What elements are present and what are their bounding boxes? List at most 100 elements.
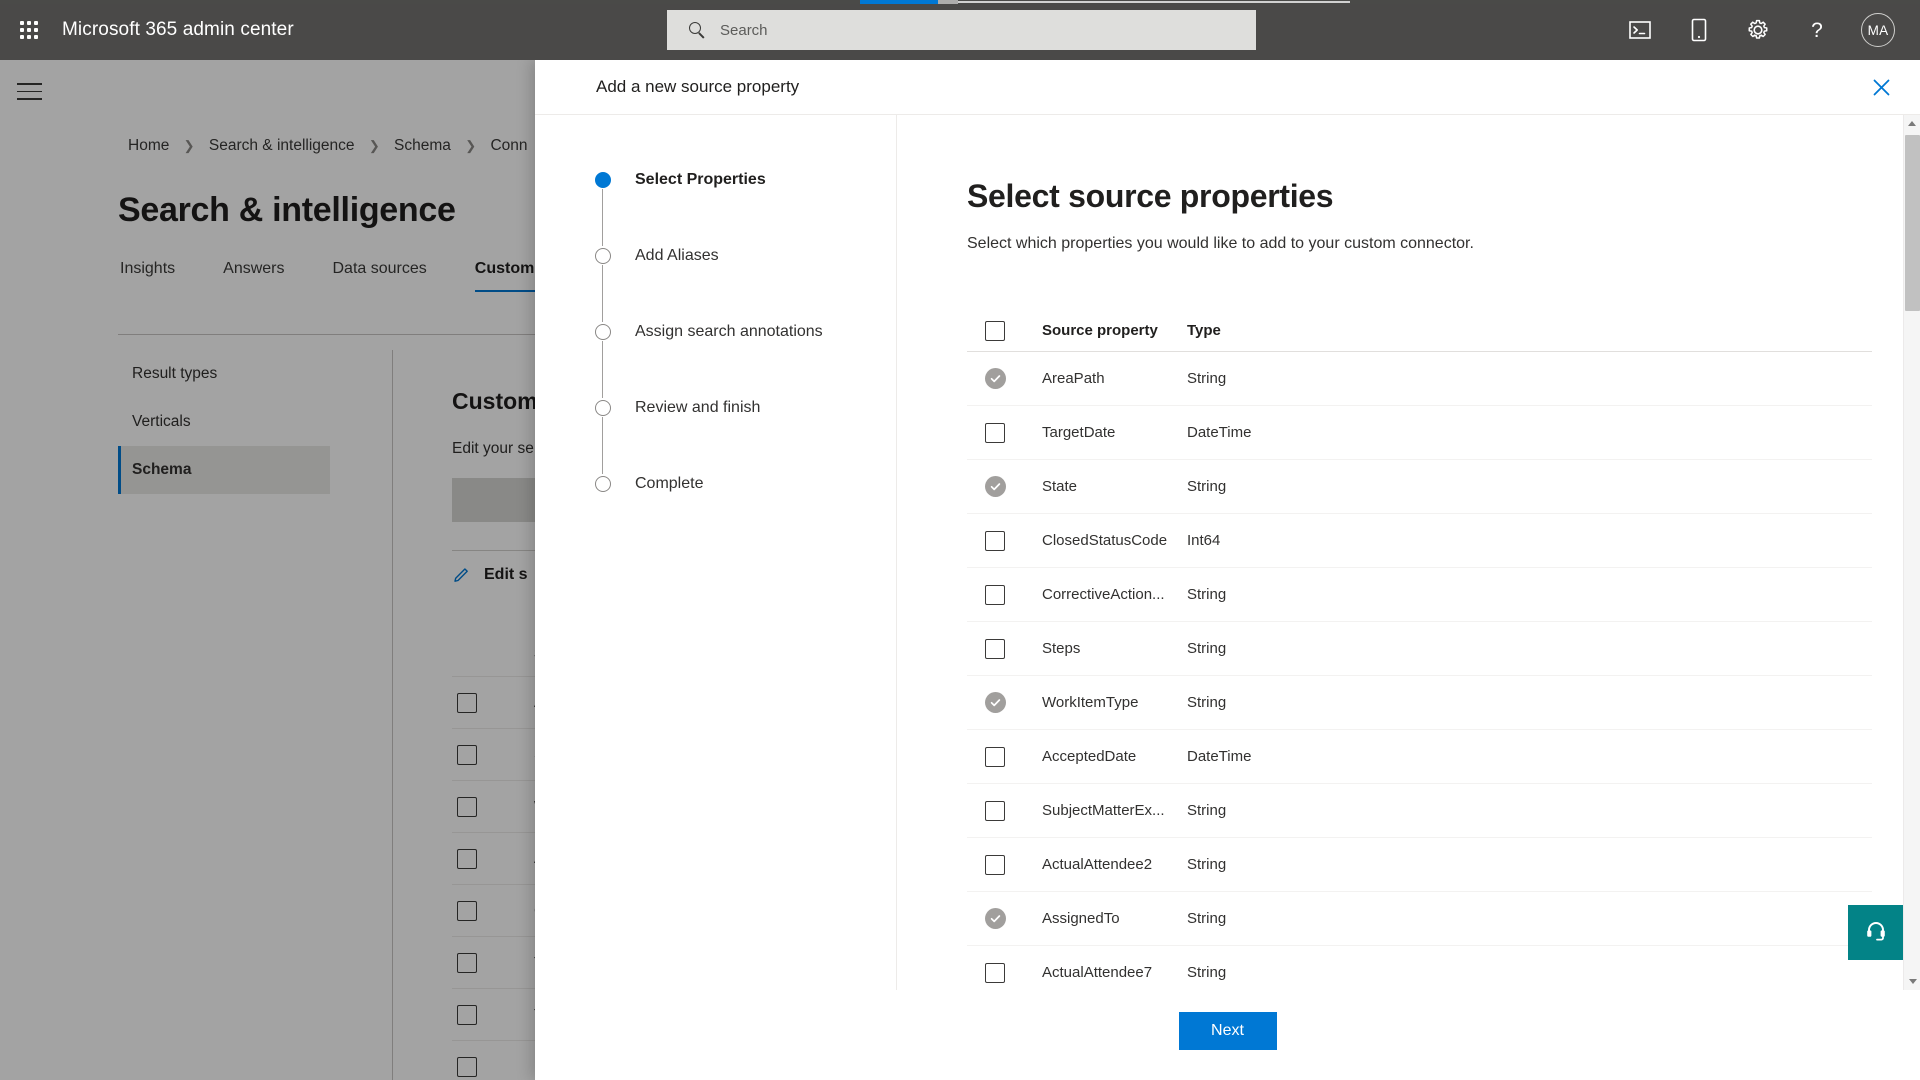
headset-icon	[1864, 918, 1888, 947]
row-source-property: CorrectiveAction...	[1042, 586, 1165, 603]
row-checkbox-cell	[967, 476, 1042, 497]
row-checkbox[interactable]	[985, 584, 1005, 605]
table-row[interactable]: State String	[967, 460, 1872, 514]
row-source-property: ClosedStatusCode	[1042, 532, 1168, 549]
row-source-property: WorkItemType	[1042, 694, 1139, 711]
suite-title[interactable]: Microsoft 365 admin center	[62, 19, 294, 41]
row-checkbox-cell	[967, 908, 1042, 929]
row-type: DateTime	[1187, 424, 1252, 441]
panel-footer: Next	[535, 990, 1920, 1080]
app-launcher-icon[interactable]	[0, 0, 58, 60]
wizard-step-review-and-finish[interactable]: Review and finish	[595, 398, 896, 474]
table-row[interactable]: CorrectiveAction... String	[967, 568, 1872, 622]
row-type: String	[1187, 694, 1227, 711]
next-button[interactable]: Next	[1178, 1012, 1277, 1050]
row-checkbox[interactable]	[985, 800, 1005, 821]
panel-header: Add a new source property	[535, 60, 1920, 115]
row-type: Int64	[1187, 532, 1221, 549]
table-row[interactable]: ActualAttendee2 String	[967, 838, 1872, 892]
row-checkbox-cell	[967, 800, 1042, 821]
avatar-initials: MA	[1861, 13, 1895, 47]
row-checkbox[interactable]	[985, 854, 1005, 875]
row-checkbox[interactable]	[985, 746, 1005, 767]
row-checkbox-cell	[967, 584, 1042, 605]
row-source-property: TargetDate	[1042, 424, 1116, 441]
scrollbar-thumb[interactable]	[1905, 135, 1920, 311]
row-checkbox-cell	[967, 692, 1042, 713]
mobile-icon[interactable]	[1669, 0, 1728, 60]
row-type: String	[1187, 802, 1227, 819]
wizard-step-complete[interactable]: Complete	[595, 474, 896, 550]
row-source-property: AssignedTo	[1042, 910, 1120, 927]
row-source-property: Steps	[1042, 640, 1081, 657]
row-type: DateTime	[1187, 748, 1252, 765]
row-source-property: AcceptedDate	[1042, 748, 1137, 765]
suite-bar: Microsoft 365 admin center Search ? MA	[0, 0, 1920, 60]
feedback-button[interactable]	[1848, 905, 1903, 960]
search-placeholder: Search	[720, 21, 768, 39]
row-checkbox-cell	[967, 638, 1042, 659]
panel-title: Add a new source property	[596, 77, 800, 96]
terminal-icon[interactable]	[1610, 0, 1669, 60]
wizard-step-assign-search-annotations[interactable]: Assign search annotations	[595, 322, 896, 398]
row-source-property: State	[1042, 478, 1078, 495]
row-checkbox-cell	[967, 368, 1042, 389]
row-checkbox[interactable]	[985, 530, 1005, 551]
section-subtitle: Select which properties you would like t…	[967, 235, 1474, 252]
row-checkbox-checked-icon	[985, 368, 1006, 389]
row-checkbox[interactable]	[985, 422, 1005, 443]
table-row[interactable]: TargetDate DateTime	[967, 406, 1872, 460]
row-checkbox-cell	[967, 854, 1042, 875]
select-all-checkbox[interactable]	[985, 320, 1005, 341]
panel-scrollbar[interactable]	[1903, 115, 1920, 990]
wizard-step-add-aliases[interactable]: Add Aliases	[595, 246, 896, 322]
wizard-step-label: Assign search annotations	[635, 323, 823, 340]
row-type: String	[1187, 640, 1227, 657]
column-header-source-property: Source property	[1042, 322, 1158, 339]
scroll-up-icon[interactable]	[1904, 115, 1920, 132]
row-type: String	[1187, 856, 1227, 873]
row-checkbox[interactable]	[985, 638, 1005, 659]
panel-main: Select source properties Select which pr…	[897, 115, 1920, 990]
row-type: String	[1187, 586, 1227, 603]
step-bullet-icon	[595, 400, 611, 416]
row-checkbox-checked-icon	[985, 476, 1006, 497]
step-connector	[602, 265, 604, 322]
wizard-step-label: Select Properties	[635, 171, 766, 188]
table-row[interactable]: Steps String	[967, 622, 1872, 676]
row-checkbox-cell	[967, 422, 1042, 443]
row-checkbox-checked-icon	[985, 692, 1006, 713]
table-row[interactable]: SubjectMatterEx... String	[967, 784, 1872, 838]
table-row[interactable]: ActualAttendee7 String	[967, 946, 1872, 990]
table-row[interactable]: WorkItemType String	[967, 676, 1872, 730]
gear-icon[interactable]	[1728, 0, 1787, 60]
help-icon[interactable]: ?	[1787, 0, 1846, 60]
step-connector	[602, 189, 604, 246]
wizard-step-label: Add Aliases	[635, 247, 719, 264]
row-source-property: AreaPath	[1042, 370, 1105, 387]
row-checkbox[interactable]	[985, 962, 1005, 983]
table-row[interactable]: AssignedTo String	[967, 892, 1872, 946]
row-checkbox-cell	[967, 530, 1042, 551]
table-row[interactable]: AcceptedDate DateTime	[967, 730, 1872, 784]
column-header-type: Type	[1187, 322, 1221, 339]
row-checkbox-checked-icon	[985, 908, 1006, 929]
wizard-step-label: Complete	[635, 475, 704, 492]
svg-text:?: ?	[1811, 19, 1823, 42]
section-title: Select source properties	[967, 178, 1334, 214]
scroll-down-icon[interactable]	[1904, 973, 1920, 990]
step-bullet-icon	[595, 324, 611, 340]
avatar[interactable]: MA	[1846, 0, 1910, 60]
table-row[interactable]: ClosedStatusCode Int64	[967, 514, 1872, 568]
row-source-property: ActualAttendee2	[1042, 856, 1153, 873]
wizard-step-select-properties[interactable]: Select Properties	[595, 170, 896, 246]
page-load-progress	[0, 0, 1920, 4]
search-icon	[689, 21, 706, 39]
source-properties-table: Source property Type AreaPath String Targe…	[967, 310, 1872, 990]
row-checkbox-cell	[967, 962, 1042, 983]
search-box[interactable]: Search	[667, 10, 1256, 50]
table-row[interactable]: AreaPath String	[967, 352, 1872, 406]
row-type: String	[1187, 910, 1227, 927]
step-connector	[602, 341, 604, 398]
close-icon[interactable]	[1864, 70, 1898, 104]
